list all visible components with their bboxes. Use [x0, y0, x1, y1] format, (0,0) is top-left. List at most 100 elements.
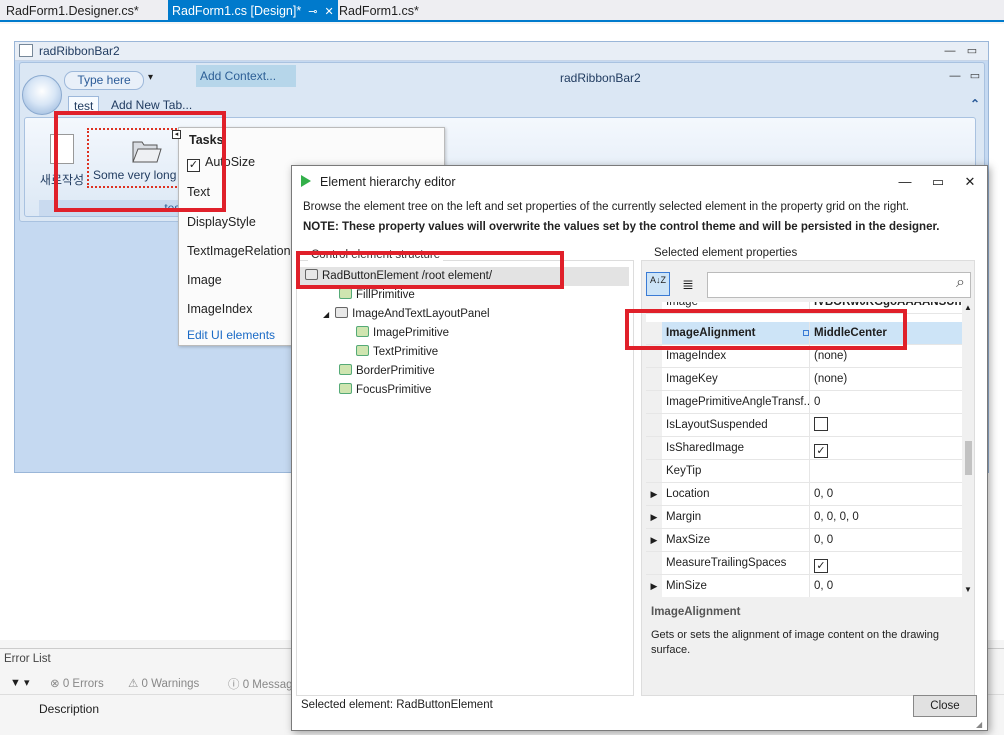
task-item[interactable]: ImageIndex [187, 302, 252, 316]
property-row[interactable]: IsLayoutSuspended [646, 414, 962, 437]
highlight-box [54, 111, 226, 212]
primitive-icon [339, 383, 352, 394]
tab-design-view[interactable]: RadForm1.cs [Design]* ⊸ ✕ [168, 0, 338, 22]
task-item[interactable]: DisplayStyle [187, 215, 256, 229]
property-search-input[interactable]: ⌕ [707, 272, 971, 298]
property-name: MaxSize [664, 529, 810, 551]
expand-icon[interactable]: ▶ [646, 483, 662, 505]
resize-grip-icon[interactable]: ◢ [976, 720, 982, 729]
property-value[interactable]: 0, 0 [812, 575, 962, 597]
property-row[interactable]: ImageKey (none) [646, 368, 962, 391]
tab-label: RadForm1.cs [Design]* [172, 4, 302, 18]
sort-alphabetical-icon[interactable]: A↓Z [646, 272, 670, 296]
quick-access-toolbar[interactable]: Type here [64, 71, 144, 90]
form-title: radRibbonBar2 [39, 44, 120, 58]
categorized-view-icon[interactable]: ≣ [676, 272, 700, 296]
node-label: BorderPrimitive [356, 365, 435, 377]
node-label: ImagePrimitive [373, 327, 450, 339]
ribbon-minimize-icon[interactable]: — [944, 67, 966, 86]
qat-dropdown-icon[interactable]: ▾ [148, 72, 153, 83]
property-value[interactable] [812, 414, 962, 436]
highlight-box [625, 309, 907, 350]
property-value[interactable]: ✓ [812, 437, 962, 459]
property-value[interactable]: 0, 0 [812, 529, 962, 551]
property-row[interactable]: KeyTip [646, 460, 962, 483]
form-icon [19, 44, 33, 57]
property-name: KeyTip [664, 460, 810, 482]
property-row[interactable]: MeasureTrailingSpaces ✓ [646, 552, 962, 575]
tab-designer-cs[interactable]: RadForm1.Designer.cs* [2, 0, 143, 22]
row-gutter [646, 460, 662, 482]
property-name: IsSharedImage [664, 437, 810, 459]
scrollbar-thumb[interactable] [965, 441, 972, 475]
help-text: Gets or sets the alignment of image cont… [651, 629, 939, 656]
tree-node[interactable]: FocusPrimitive [339, 381, 431, 400]
property-value[interactable]: 0, 0, 0, 0 [812, 506, 962, 528]
add-context-button[interactable]: Add Context... [196, 65, 296, 87]
property-name: Margin [664, 506, 810, 528]
expander-icon[interactable]: ◢ [323, 310, 329, 319]
property-grid-scrollbar[interactable]: ▲ ▼ [962, 302, 974, 597]
close-button[interactable]: Close [913, 695, 977, 717]
messages-filter[interactable]: ⓘ 0 Messag [228, 676, 293, 692]
errors-count: 0 Errors [62, 678, 104, 690]
expand-icon[interactable]: ▶ [646, 529, 662, 551]
property-row[interactable]: ▶ MinSize 0, 0 [646, 575, 962, 597]
property-name: ImagePrimitiveAngleTransf... [664, 391, 810, 413]
property-value[interactable]: 0 [812, 391, 962, 413]
telerik-logo-icon [301, 175, 311, 187]
tree-node[interactable]: ◢ ImageAndTextLayoutPanel [323, 305, 490, 324]
errors-filter[interactable]: ⊗ 0 Errors [50, 676, 104, 690]
tab-form-cs[interactable]: RadForm1.cs* [335, 0, 423, 22]
close-icon[interactable]: ✕ [324, 1, 333, 23]
minimize-icon[interactable]: — [890, 172, 920, 192]
selected-element-status: Selected element: RadButtonElement [301, 699, 493, 711]
node-label: FocusPrimitive [356, 384, 432, 396]
property-value[interactable]: (none) [812, 368, 962, 390]
close-icon[interactable]: ✕ [955, 172, 985, 192]
task-item[interactable]: TextImageRelation [187, 244, 291, 258]
row-gutter [646, 391, 662, 413]
description-column-header[interactable]: Description [39, 702, 99, 716]
scroll-down-icon[interactable]: ▼ [964, 585, 972, 594]
scroll-up-icon[interactable]: ▲ [964, 303, 972, 312]
tree-node[interactable]: ImagePrimitive [356, 324, 449, 343]
property-row[interactable]: ImagePrimitiveAngleTransf... 0 [646, 391, 962, 414]
property-value[interactable] [812, 460, 962, 482]
warnings-filter[interactable]: ⚠ 0 Warnings [128, 676, 199, 690]
expand-icon[interactable]: ▶ [646, 506, 662, 528]
search-icon: ⌕ [956, 274, 965, 291]
task-item[interactable]: Image [187, 273, 222, 287]
tab-label: RadForm1.cs* [339, 4, 419, 18]
property-name: ImageKey [664, 368, 810, 390]
property-row[interactable]: ▶ MaxSize 0, 0 [646, 529, 962, 552]
property-row[interactable]: IsSharedImage ✓ [646, 437, 962, 460]
tree-node[interactable]: TextPrimitive [356, 343, 438, 362]
dialog-note: NOTE: These property values will overwri… [303, 221, 940, 233]
checkbox-icon[interactable]: ✓ [814, 444, 828, 458]
minimize-icon[interactable]: — [939, 42, 961, 61]
checkbox-icon[interactable] [814, 417, 828, 431]
pin-icon[interactable]: ⊸ [308, 1, 317, 23]
property-row[interactable]: ▶ Location 0, 0 [646, 483, 962, 506]
property-name: IsLayoutSuspended [664, 414, 810, 436]
ribbon-title: radRibbonBar2 [560, 71, 641, 85]
ribbon-maximize-icon[interactable]: ▭ [964, 67, 986, 86]
dialog-title-bar: Element hierarchy editor — ▭ ✕ [292, 166, 987, 198]
property-value[interactable]: ✓ [812, 552, 962, 574]
maximize-icon[interactable]: ▭ [923, 172, 953, 192]
property-row[interactable]: ▶ Margin 0, 0, 0, 0 [646, 506, 962, 529]
tree-node[interactable]: BorderPrimitive [339, 362, 435, 381]
filter-icon[interactable]: ▼ ▾ [10, 676, 29, 689]
application-orb-button[interactable] [22, 75, 62, 115]
property-value[interactable]: 0, 0 [812, 483, 962, 505]
maximize-icon[interactable]: ▭ [961, 42, 983, 61]
messages-count: 0 Messag [242, 679, 293, 691]
properties-group-legend: Selected element properties [651, 247, 801, 259]
collapse-ribbon-icon[interactable]: ⌃ [970, 97, 980, 111]
document-tab-strip: RadForm1.Designer.cs* RadForm1.cs [Desig… [0, 0, 1004, 22]
edit-ui-elements-link[interactable]: Edit UI elements [187, 328, 275, 342]
node-label: TextPrimitive [373, 346, 439, 358]
checkbox-icon[interactable]: ✓ [814, 559, 828, 573]
expand-icon[interactable]: ▶ [646, 575, 662, 597]
